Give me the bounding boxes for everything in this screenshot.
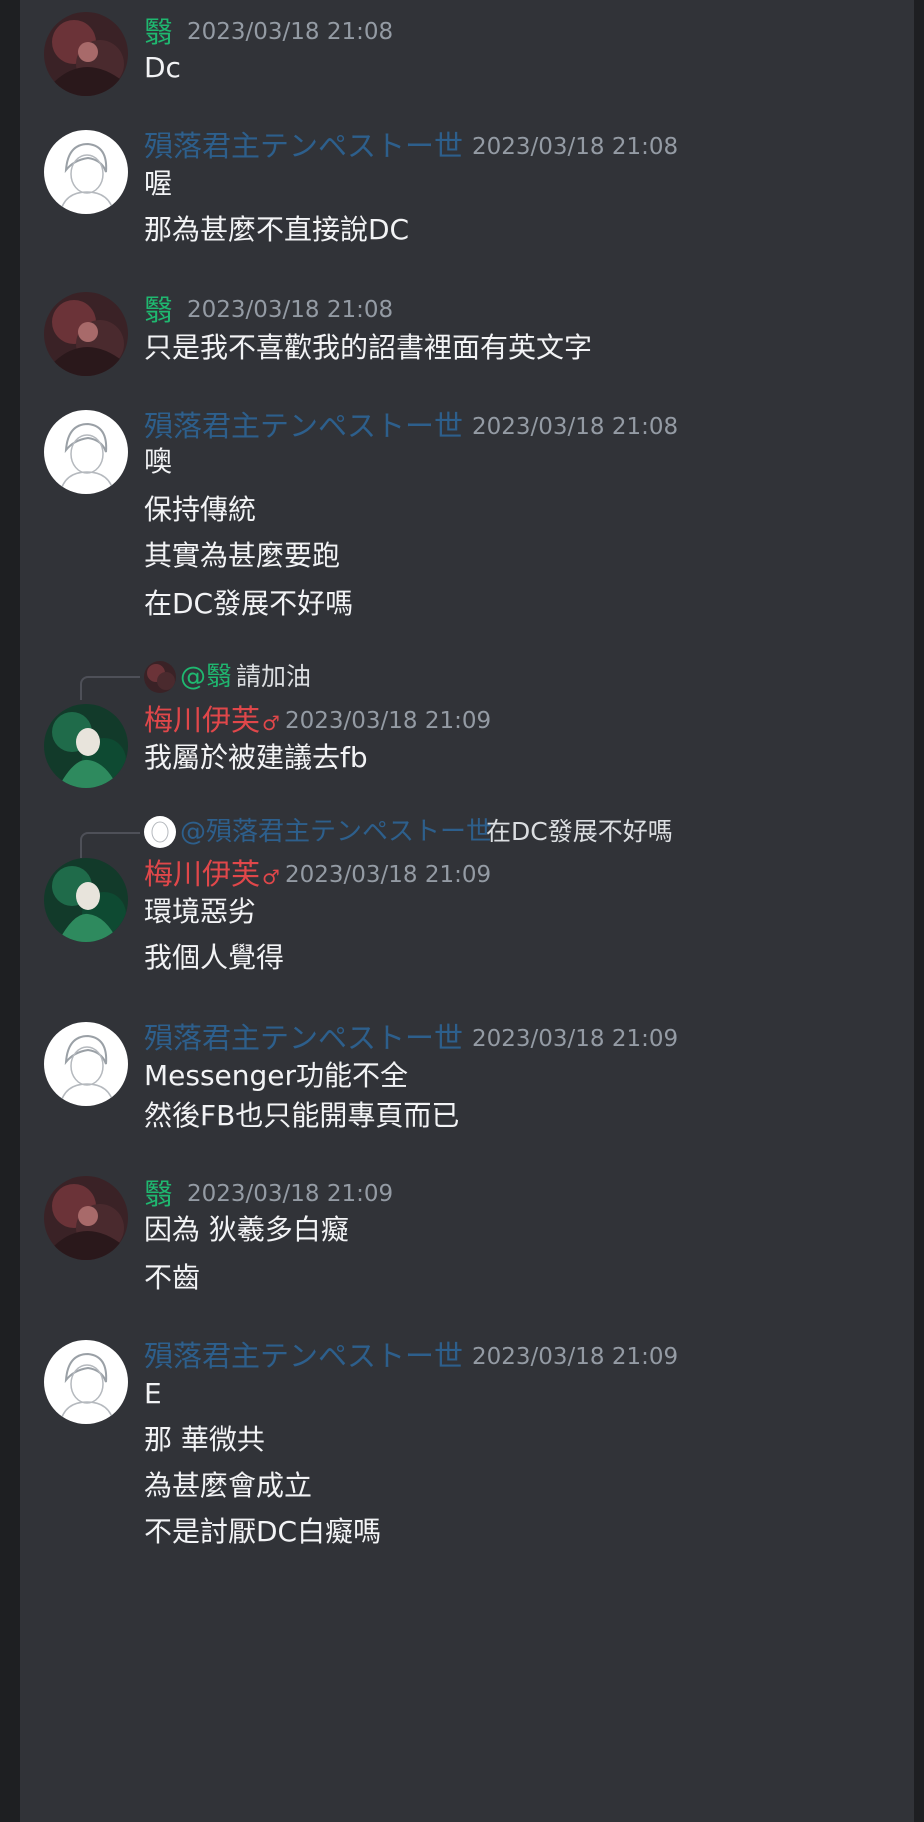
message-text: 保持傳統 <box>144 493 257 526</box>
user-avatar-meichuan[interactable] <box>44 858 128 942</box>
right-frame <box>914 0 924 1822</box>
message-text: 喔 <box>144 167 173 200</box>
reply-preview-text[interactable]: 請加油 <box>236 661 311 693</box>
user-avatar-tempest[interactable] <box>44 1022 128 1106</box>
author-name[interactable]: 殞落君主テンペストー世 <box>144 128 463 164</box>
user-avatar-yi[interactable] <box>44 1176 128 1260</box>
reply-connector <box>80 676 140 700</box>
user-avatar-tempest[interactable] <box>44 410 128 494</box>
message-timestamp: 2023/03/18 21:08 <box>472 414 679 440</box>
reply-preview-text[interactable]: 在DC發展不好嗎 <box>486 816 673 848</box>
reply-avatar <box>144 816 176 848</box>
left-frame <box>0 0 20 1822</box>
message-text: Dc <box>144 51 181 84</box>
message-timestamp: 2023/03/18 21:08 <box>472 134 679 160</box>
user-avatar-tempest[interactable] <box>44 1340 128 1424</box>
message-text: 不齒 <box>144 1261 201 1294</box>
message-text: Messenger功能不全 <box>144 1059 409 1092</box>
message-text: 為甚麼會成立 <box>144 1469 313 1502</box>
message-text: 我個人覺得 <box>144 941 285 974</box>
chat-message-list[interactable]: 翳 2023/03/18 21:08 Dc 殞落君主テンペストー世 2023/0… <box>20 0 914 1822</box>
message-text: 噢 <box>144 445 173 478</box>
message-text: 其實為甚麼要跑 <box>144 539 341 572</box>
message-text: 那為甚麼不直接說DC <box>144 213 410 246</box>
message-timestamp: 2023/03/18 21:08 <box>187 297 394 323</box>
author-name[interactable]: 翳 <box>144 1176 173 1212</box>
reply-avatar <box>144 661 176 693</box>
message-timestamp: 2023/03/18 21:09 <box>472 1026 679 1052</box>
reply-mention[interactable]: @翳 <box>180 661 232 693</box>
author-name[interactable]: 殞落君主テンペストー世 <box>144 1338 463 1374</box>
message-text: 我屬於被建議去fb <box>144 741 368 774</box>
author-name[interactable]: 翳 <box>144 292 173 328</box>
author-name[interactable]: 翳 <box>144 14 173 50</box>
message-timestamp: 2023/03/18 21:09 <box>472 1344 679 1370</box>
message-text: 環境惡劣 <box>144 895 257 928</box>
author-name[interactable]: 梅川伊芙 ♂ <box>144 702 280 741</box>
message-text: 因為 狄羲多白癡 <box>144 1213 349 1246</box>
message-timestamp: 2023/03/18 21:09 <box>285 708 492 734</box>
reply-connector <box>80 832 140 858</box>
user-avatar-yi[interactable] <box>44 12 128 96</box>
message-text: 那 華微共 <box>144 1423 265 1456</box>
reply-mention[interactable]: @殞落君主テンペストー世 <box>180 816 492 848</box>
message-timestamp: 2023/03/18 21:09 <box>187 1181 394 1207</box>
message-text: 然後FB也只能開專頁而已 <box>144 1099 460 1132</box>
message-timestamp: 2023/03/18 21:08 <box>187 19 394 45</box>
user-avatar-yi[interactable] <box>44 292 128 376</box>
author-name[interactable]: 殞落君主テンペストー世 <box>144 408 463 444</box>
user-avatar-tempest[interactable] <box>44 130 128 214</box>
user-badge: ♂ <box>262 865 280 889</box>
author-name[interactable]: 殞落君主テンペストー世 <box>144 1020 463 1056</box>
author-name[interactable]: 梅川伊芙 ♂ <box>144 856 280 895</box>
user-avatar-meichuan[interactable] <box>44 704 128 788</box>
message-text: 在DC發展不好嗎 <box>144 587 354 620</box>
message-text: E <box>144 1377 162 1410</box>
message-text: 只是我不喜歡我的詔書裡面有英文字 <box>144 331 593 364</box>
message-timestamp: 2023/03/18 21:09 <box>285 862 492 888</box>
message-text: 不是討厭DC白癡嗎 <box>144 1515 382 1548</box>
user-badge: ♂ <box>262 711 280 735</box>
